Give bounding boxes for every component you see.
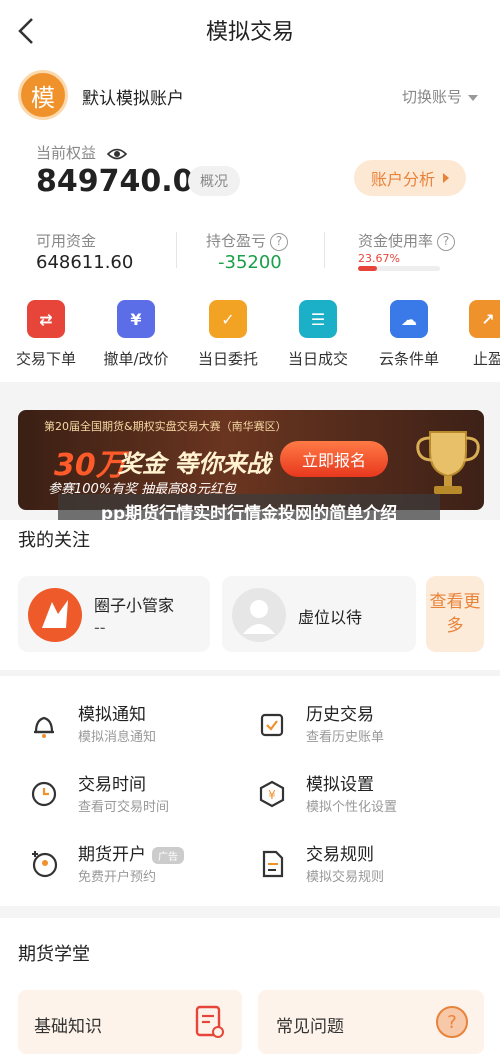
circle-manager-avatar xyxy=(28,588,82,642)
quick-action-label: 撤单/改价 xyxy=(103,350,169,368)
follow-card-vacant[interactable]: 虚位以待 xyxy=(222,576,416,652)
switch-account-label: 切换账号 xyxy=(402,88,463,106)
menu-item-settings[interactable]: ¥ 模拟设置模拟个性化设置 xyxy=(256,768,466,824)
menu-item-title: 模拟通知 xyxy=(78,705,146,725)
daily-entrust-icon: ✓ xyxy=(209,300,247,338)
fund-usage-label-text: 资金使用率 xyxy=(358,232,434,250)
banner-event-title: 第20届全国期货&期权实盘交易大赛（南华赛区） xyxy=(44,420,287,433)
quick-action-label: 云条件单 xyxy=(378,350,439,368)
position-pnl-label: 持仓盈亏? xyxy=(206,230,289,251)
svg-text:?: ? xyxy=(447,1012,457,1033)
fund-usage-label: 资金使用率? xyxy=(358,230,456,251)
position-pnl-label-text: 持仓盈亏 xyxy=(206,232,267,250)
eye-icon[interactable] xyxy=(106,147,127,161)
menu-item-subtitle: 模拟交易规则 xyxy=(306,870,385,885)
equity-label: 当前权益 xyxy=(36,142,127,163)
account-analysis-button[interactable]: 账户分析 xyxy=(354,160,466,196)
available-funds-value: 648611.60 xyxy=(36,252,134,273)
page-title: 模拟交易 xyxy=(205,20,294,45)
menu-item-title: 历史交易 xyxy=(306,705,374,725)
question-icon: ? xyxy=(436,1006,468,1038)
quick-action-label: 当日委托 xyxy=(197,350,258,368)
follow-title: 我的关注 xyxy=(18,530,90,551)
account-name: 默认模拟账户 xyxy=(82,89,184,109)
menu-item-subtitle: 查看可交易时间 xyxy=(78,800,170,815)
menu-item-account-open[interactable]: 期货开户 广告免费开户预约 xyxy=(28,838,238,894)
bell-icon xyxy=(34,716,54,738)
divider xyxy=(324,232,325,268)
user-placeholder-icon xyxy=(232,588,286,642)
position-pnl-value: -35200 xyxy=(218,252,282,273)
fund-usage-bar-fill xyxy=(358,266,378,271)
account-avatar: 模 xyxy=(18,70,68,120)
top-bar: 模拟交易 xyxy=(0,0,500,62)
quick-action-cloud-condition[interactable]: ☁ 云条件单 xyxy=(364,298,454,370)
quick-action-trade-order[interactable]: ⇄ 交易下单 xyxy=(1,298,91,370)
fund-usage-value: 23.67% xyxy=(358,252,400,265)
menu-item-history[interactable]: 历史交易查看历史账单 xyxy=(256,698,466,754)
quick-action-label: 止盈 xyxy=(472,350,500,368)
history-icon xyxy=(260,713,284,737)
available-funds-label: 可用资金 xyxy=(36,232,97,250)
divider xyxy=(176,232,177,268)
daily-deal-icon: ☰ xyxy=(299,300,337,338)
svg-text:¥: ¥ xyxy=(268,788,276,802)
trade-order-icon: ⇄ xyxy=(27,300,65,338)
equity-label-text: 当前权益 xyxy=(36,144,97,162)
ad-tag: 广告 xyxy=(152,846,184,864)
trophy-icon xyxy=(416,431,480,494)
quick-action-take-profit[interactable]: ↗ 止盈 xyxy=(443,298,500,370)
follow-card-circle-manager[interactable]: 圈子小管家 -- xyxy=(18,576,210,652)
menu-item-subtitle: 查看历史账单 xyxy=(306,730,385,745)
switch-account-button[interactable]: 切换账号 xyxy=(402,86,479,107)
menu-item-clock[interactable]: 交易时间查看可交易时间 xyxy=(28,768,238,824)
document-icon xyxy=(195,1005,224,1038)
overview-badge[interactable]: 概况 xyxy=(188,166,240,196)
school-item-label: 基础知识 xyxy=(34,1017,102,1037)
menu-item-title: 交易时间 xyxy=(78,775,146,795)
follow-name: 圈子小管家 xyxy=(94,596,175,615)
menu-item-rules[interactable]: 交易规则模拟交易规则 xyxy=(256,838,466,894)
quick-action-label: 当日成交 xyxy=(287,350,348,368)
menu-item-subtitle: 模拟个性化设置 xyxy=(306,800,398,815)
quick-action-label: 交易下单 xyxy=(15,350,76,368)
quick-action-daily-entrust[interactable]: ✓ 当日委托 xyxy=(183,298,273,370)
help-icon[interactable]: ? xyxy=(270,232,289,251)
school-title: 期货学堂 xyxy=(18,944,90,965)
menu-item-title: 期货开户 广告 xyxy=(78,840,184,865)
caret-right-icon xyxy=(443,173,449,183)
caret-down-icon xyxy=(468,94,479,101)
school-item-basics[interactable]: 基础知识 xyxy=(18,990,242,1054)
account-open-icon xyxy=(32,851,58,878)
help-icon[interactable]: ? xyxy=(437,232,456,251)
menu-item-subtitle: 模拟消息通知 xyxy=(78,730,157,745)
cancel-order-icon: ¥ xyxy=(117,300,155,338)
follow-name: 虚位以待 xyxy=(298,608,363,627)
banner-headline: 奖金 等你来战 xyxy=(118,450,271,478)
view-more-button[interactable]: 查看更多 xyxy=(426,576,484,652)
menu-item-title: 模拟设置 xyxy=(306,775,374,795)
account-analysis-label: 账户分析 xyxy=(370,170,435,189)
cloud-condition-icon: ☁ xyxy=(390,300,428,338)
menu-item-subtitle: 免费开户预约 xyxy=(78,870,157,885)
menu-item-title: 交易规则 xyxy=(306,845,374,865)
quick-action-daily-deal[interactable]: ☰ 当日成交 xyxy=(273,298,363,370)
menu-item-bell[interactable]: 模拟通知模拟消息通知 xyxy=(28,698,238,754)
register-now-button[interactable]: 立即报名 xyxy=(280,441,388,477)
clock-icon xyxy=(31,781,57,807)
follow-sub: -- xyxy=(94,618,106,637)
rules-icon xyxy=(262,850,284,878)
take-profit-icon: ↗ xyxy=(469,300,500,338)
school-item-faq[interactable]: 常见问题 ? xyxy=(258,990,484,1054)
quick-action-cancel-order[interactable]: ¥ 撤单/改价 xyxy=(91,298,181,370)
fund-usage-bar xyxy=(358,266,440,271)
school-item-label: 常见问题 xyxy=(276,1017,344,1037)
settings-icon: ¥ xyxy=(259,780,285,808)
